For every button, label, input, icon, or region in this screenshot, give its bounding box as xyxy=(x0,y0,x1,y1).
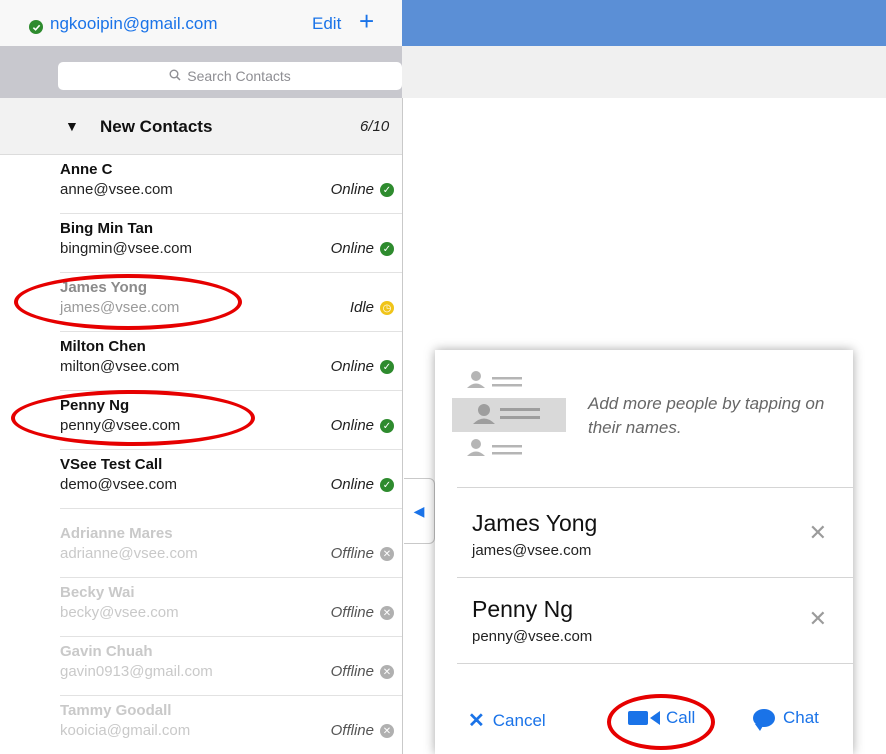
search-bar: Search Contacts xyxy=(0,46,402,98)
contact-name: Tammy Goodall xyxy=(60,702,172,719)
contact-row[interactable]: Adrianne Mares adrianne@vsee.com Offline… xyxy=(60,519,402,578)
call-popover: Add more people by tapping on their name… xyxy=(435,350,853,754)
contact-row[interactable]: VSee Test Call demo@vsee.com Online ✓ xyxy=(60,450,402,509)
account-online-icon xyxy=(29,20,43,34)
contact-email: penny@vsee.com xyxy=(60,417,181,434)
video-camera-icon xyxy=(628,711,648,725)
selected-contact: James Yong james@vsee.com ✕ xyxy=(472,510,832,570)
contacts-pane: ngkooipin@gmail.com Edit + Search Contac… xyxy=(0,0,403,754)
x-circle-icon: ✕ xyxy=(380,547,394,561)
contact-email: gavin0913@gmail.com xyxy=(60,663,213,680)
contact-email: kooicia@gmail.com xyxy=(60,722,191,739)
x-circle-icon: ✕ xyxy=(380,724,394,738)
close-icon: ✕ xyxy=(468,710,485,732)
contact-row[interactable]: Milton Chen milton@vsee.com Online ✓ xyxy=(60,332,402,391)
toolbar-strip xyxy=(402,46,886,98)
add-contact-button[interactable]: + xyxy=(359,8,374,34)
contact-email: becky@vsee.com xyxy=(60,604,179,621)
remove-icon[interactable]: ✕ xyxy=(809,520,827,546)
search-input[interactable]: Search Contacts xyxy=(58,62,402,90)
contact-email: bingmin@vsee.com xyxy=(60,240,192,257)
selected-contact-email: penny@vsee.com xyxy=(472,628,593,645)
search-placeholder: Search Contacts xyxy=(187,68,291,84)
contact-email: adrianne@vsee.com xyxy=(60,545,198,562)
contact-email: milton@vsee.com xyxy=(60,358,180,375)
contact-name: Adrianne Mares xyxy=(60,525,173,542)
clock-icon: ◷ xyxy=(380,301,394,315)
contact-name: Bing Min Tan xyxy=(60,220,154,237)
contact-status: Idle xyxy=(349,299,374,316)
contact-name: Becky Wai xyxy=(60,584,135,601)
check-circle-icon: ✓ xyxy=(380,360,394,374)
contact-name: Milton Chen xyxy=(60,338,146,355)
account-bar: ngkooipin@gmail.com Edit + xyxy=(0,0,402,46)
contact-row[interactable]: James Yong james@vsee.com Idle ◷ xyxy=(60,273,402,332)
x-circle-icon: ✕ xyxy=(380,606,394,620)
chat-label: Chat xyxy=(783,708,819,727)
contact-row[interactable]: Tammy Goodall kooicia@gmail.com Offline … xyxy=(60,696,402,754)
collapse-triangle-icon[interactable]: ▼ xyxy=(65,118,79,134)
divider xyxy=(457,487,853,488)
contact-name: Gavin Chuah xyxy=(60,643,153,660)
contact-status: Offline xyxy=(330,604,374,621)
contact-row[interactable]: Anne C anne@vsee.com Online ✓ xyxy=(60,155,402,214)
divider xyxy=(457,663,853,664)
check-circle-icon: ✓ xyxy=(380,419,394,433)
divider xyxy=(457,577,853,578)
chat-button[interactable]: Chat xyxy=(753,708,819,731)
chat-bubble-icon xyxy=(753,709,775,731)
contact-name: Anne C xyxy=(60,161,113,178)
selected-contact-email: james@vsee.com xyxy=(472,542,592,559)
group-title: New Contacts xyxy=(100,117,213,136)
contact-row[interactable]: Penny Ng penny@vsee.com Online ✓ xyxy=(60,391,402,450)
contact-row[interactable]: Becky Wai becky@vsee.com Offline ✕ xyxy=(60,578,402,637)
search-icon xyxy=(169,69,181,84)
group-count: 6/10 xyxy=(360,118,390,135)
contact-email: anne@vsee.com xyxy=(60,181,173,198)
contact-row[interactable]: Bing Min Tan bingmin@vsee.com Online ✓ xyxy=(60,214,402,273)
chevron-left-icon: ◀ xyxy=(413,502,425,519)
contact-status: Online xyxy=(330,240,374,257)
contact-name: Penny Ng xyxy=(60,397,130,414)
check-circle-icon: ✓ xyxy=(380,242,394,256)
contact-status: Offline xyxy=(330,722,374,739)
contact-status: Online xyxy=(330,358,374,375)
top-bar xyxy=(402,0,886,46)
contact-name: James Yong xyxy=(60,279,147,296)
x-circle-icon: ✕ xyxy=(380,665,394,679)
cancel-label: Cancel xyxy=(492,710,546,730)
contact-row[interactable]: Gavin Chuah gavin0913@gmail.com Offline … xyxy=(60,637,402,696)
contact-status: Offline xyxy=(330,663,374,680)
selected-contact-name: James Yong xyxy=(472,510,598,536)
video-camera-lens-icon xyxy=(650,711,660,725)
contact-email: james@vsee.com xyxy=(60,299,180,316)
selected-contact: Penny Ng penny@vsee.com ✕ xyxy=(472,596,832,656)
action-bar: ✕ Cancel Call Chat xyxy=(435,690,853,754)
selected-contact-name: Penny Ng xyxy=(472,596,574,622)
contact-status: Online xyxy=(330,417,374,434)
account-email[interactable]: ngkooipin@gmail.com xyxy=(50,14,218,34)
group-header[interactable]: ▼ New Contacts 6/10 xyxy=(0,98,402,155)
contact-status: Online xyxy=(330,181,374,198)
check-circle-icon: ✓ xyxy=(380,183,394,197)
call-button[interactable]: Call xyxy=(628,708,695,728)
add-people-icon xyxy=(452,371,566,456)
check-circle-icon: ✓ xyxy=(380,478,394,492)
cancel-button[interactable]: ✕ Cancel xyxy=(468,708,546,733)
contact-email: demo@vsee.com xyxy=(60,476,177,493)
add-people-hint: Add more people by tapping on their name… xyxy=(588,394,825,437)
edit-button[interactable]: Edit xyxy=(312,14,341,34)
contact-name: VSee Test Call xyxy=(60,456,163,473)
remove-icon[interactable]: ✕ xyxy=(809,606,827,632)
contact-status: Offline xyxy=(330,545,374,562)
call-label: Call xyxy=(666,708,696,727)
collapse-pane-button[interactable]: ◀ xyxy=(404,478,435,544)
contact-status: Online xyxy=(330,476,374,493)
